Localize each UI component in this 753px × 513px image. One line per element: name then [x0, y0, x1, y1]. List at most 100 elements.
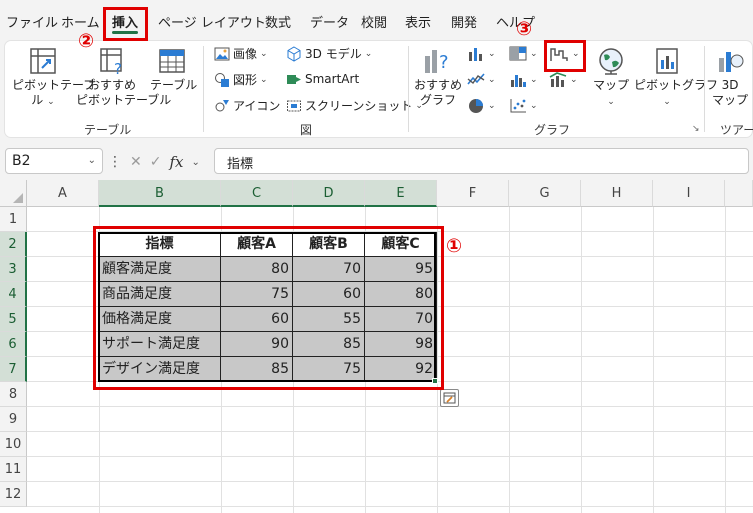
insert-scatter-chart-button[interactable]: ⌄ [509, 97, 538, 114]
pivot-chart-button[interactable]: ピボットグラフ ⌄ [634, 46, 718, 110]
table-cell[interactable]: 70 [365, 307, 437, 332]
table-header-cell[interactable]: 顧客A [221, 232, 293, 257]
column-header-j[interactable] [725, 180, 753, 207]
table-row-label[interactable]: デザイン満足度 [99, 357, 221, 382]
smartart-label: SmartArt [305, 72, 360, 86]
chevron-down-icon[interactable]: ⌄ [88, 155, 96, 166]
insert-pie-chart-button[interactable]: ⌄ [467, 97, 496, 114]
tab-page-layout[interactable]: ページ レイアウト [158, 12, 266, 31]
cancel-icon[interactable]: ✕ [130, 154, 142, 170]
table-cell[interactable]: 75 [293, 357, 365, 382]
pivot-table-button[interactable]: ピボットテーブ ル ⌄ [12, 46, 95, 110]
column-header-g[interactable]: G [509, 180, 581, 207]
column-header-e[interactable]: E [365, 180, 437, 207]
table-cell[interactable]: 60 [221, 307, 293, 332]
row-header-4[interactable]: 4 [0, 282, 27, 307]
table-row-label[interactable]: サポート満足度 [99, 332, 221, 357]
tab-home[interactable]: ホーム [61, 12, 100, 31]
insert-combo-chart-button[interactable]: ⌄ [549, 71, 578, 88]
table-cell[interactable]: 90 [221, 332, 293, 357]
table-row-label[interactable]: 顧客満足度 [99, 257, 221, 282]
row-header-2[interactable]: 2 [0, 232, 27, 257]
table-cell[interactable]: 92 [365, 357, 437, 382]
insert-line-chart-button[interactable]: ⌄ [467, 71, 496, 88]
insert-statistic-chart-button[interactable]: ⌄ [509, 71, 538, 88]
tab-insert[interactable]: 挿入 [112, 12, 138, 31]
line-chart-icon [467, 73, 485, 85]
row-header-3[interactable]: 3 [0, 257, 27, 282]
smartart-button[interactable]: SmartArt [286, 71, 359, 87]
screenshot-button[interactable]: スクリーンショット ⌄ [286, 97, 423, 114]
row-header-12[interactable]: 12 [0, 482, 27, 507]
fill-handle[interactable] [432, 378, 438, 384]
table-cell[interactable]: 80 [221, 257, 293, 282]
table-header-cell[interactable]: 顧客C [365, 232, 437, 257]
tab-developer[interactable]: 開発 [451, 12, 477, 31]
dialog-launcher-icon[interactable]: ↘ [692, 124, 700, 134]
column-header-f[interactable]: F [437, 180, 509, 207]
table-cell[interactable]: 60 [293, 282, 365, 307]
table-cell[interactable]: 98 [365, 332, 437, 357]
svg-text:?: ? [439, 52, 449, 73]
chevron-down-icon: ⌄ [488, 74, 496, 85]
svg-text:?: ? [114, 60, 122, 76]
shapes-button[interactable]: 図形 ⌄ [214, 71, 268, 88]
quick-analysis-button[interactable] [440, 389, 459, 407]
3d-model-button[interactable]: 3D モデル ⌄ [286, 45, 372, 62]
table-header-cell[interactable]: 指標 [99, 232, 221, 257]
icons-button[interactable]: アイコン [214, 97, 280, 114]
3d-map-button[interactable]: 3D マップ [712, 46, 748, 108]
row-header-7[interactable]: 7 [0, 357, 27, 382]
formula-input[interactable]: 指標 [214, 148, 749, 174]
column-header-b[interactable]: B [99, 180, 221, 207]
chevron-down-icon: ⌄ [530, 48, 538, 59]
column-header-i[interactable]: I [653, 180, 725, 207]
table-row-label[interactable]: 価格満足度 [99, 307, 221, 332]
table-button[interactable]: テーブル [150, 46, 197, 93]
table-header-cell[interactable]: 顧客B [293, 232, 365, 257]
insert-waterfall-chart-button[interactable]: ⌄ [549, 45, 580, 63]
insert-column-chart-button[interactable]: ⌄ [467, 45, 496, 62]
table-row-label[interactable]: 商品満足度 [99, 282, 221, 307]
table-cell[interactable]: 95 [365, 257, 437, 282]
row-header-1[interactable]: 1 [0, 207, 27, 232]
column-header-h[interactable]: H [581, 180, 653, 207]
table-cell[interactable]: 55 [293, 307, 365, 332]
column-header-d[interactable]: D [293, 180, 365, 207]
tab-file[interactable]: ファイル [6, 12, 58, 31]
select-all-button[interactable] [0, 180, 27, 207]
table-cell[interactable]: 85 [293, 332, 365, 357]
group-separator [203, 46, 204, 132]
tab-review[interactable]: 校閲 [361, 12, 387, 31]
maps-button[interactable]: マップ ⌄ [592, 46, 630, 110]
row-header-9[interactable]: 9 [0, 407, 27, 432]
table-cell[interactable]: 80 [365, 282, 437, 307]
gridline [27, 506, 753, 507]
enter-icon[interactable]: ✓ [150, 154, 162, 170]
name-box[interactable]: B2 ⌄ [5, 148, 103, 174]
smartart-icon [287, 75, 301, 84]
column-chart-icon [469, 48, 482, 61]
insert-function-button[interactable]: fx [169, 153, 183, 171]
recommended-pivot-button[interactable]: ? おすすめ ピボットテーブル [76, 46, 171, 108]
globe-icon [599, 48, 623, 75]
tab-view[interactable]: 表示 [405, 12, 431, 31]
table-cell[interactable]: 85 [221, 357, 293, 382]
table-cell[interactable]: 75 [221, 282, 293, 307]
tab-formulas[interactable]: 数式 [265, 12, 291, 31]
column-header-c[interactable]: C [221, 180, 293, 207]
image-button[interactable]: 画像 ⌄ [214, 45, 268, 62]
row-header-6[interactable]: 6 [0, 332, 27, 357]
name-box-value: B2 [12, 153, 31, 169]
table-cell[interactable]: 70 [293, 257, 365, 282]
row-header-8[interactable]: 8 [0, 382, 27, 407]
column-header-a[interactable]: A [27, 180, 99, 207]
chevron-down-icon[interactable]: ⌄ [191, 157, 199, 168]
tab-data[interactable]: データ [310, 12, 349, 31]
row-header-10[interactable]: 10 [0, 432, 27, 457]
row-header-5[interactable]: 5 [0, 307, 27, 332]
row-header-11[interactable]: 11 [0, 457, 27, 482]
recommended-charts-button[interactable]: ? おすすめ グラフ [414, 46, 462, 108]
3d-map-label-2: マップ [712, 93, 749, 107]
insert-hierarchy-chart-button[interactable]: ⌄ [509, 45, 538, 62]
